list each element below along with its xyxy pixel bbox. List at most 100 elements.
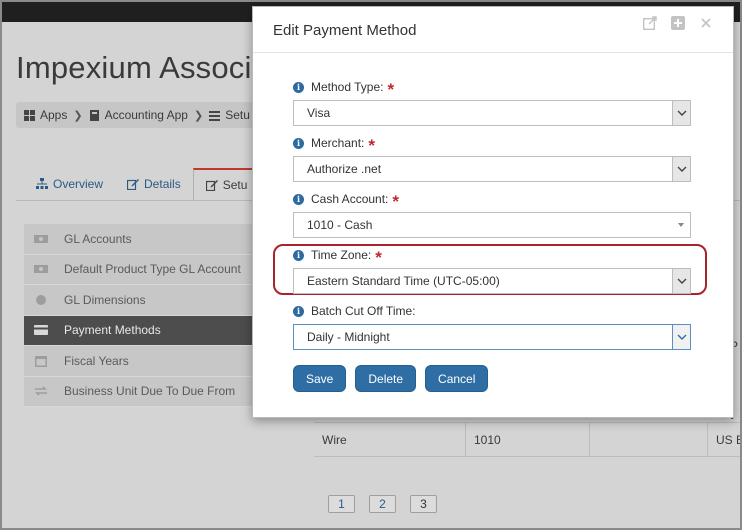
tab-label: Setu xyxy=(222,178,248,192)
merchant-field: i Merchant: * Authorize .net xyxy=(293,135,691,182)
tab-overview[interactable]: Overview xyxy=(24,168,115,200)
tab-bar: Overview Details Setu xyxy=(24,168,261,200)
chevron-down-icon xyxy=(677,110,686,116)
accounting-icon xyxy=(89,109,99,121)
required-asterisk: * xyxy=(392,191,400,211)
chevron-right-icon: ❯ xyxy=(193,109,204,122)
select-value: Visa xyxy=(307,106,331,120)
field-label-text: Cash Account: xyxy=(311,192,389,206)
cell-timezone: US E xyxy=(716,432,742,447)
cell-account: 1010 xyxy=(466,423,590,456)
dropdown-toggle[interactable] xyxy=(672,325,690,349)
cash-account-label: i Cash Account: * xyxy=(293,191,691,211)
chevron-down-icon xyxy=(677,334,686,340)
breadcrumb-item-apps[interactable]: Apps xyxy=(24,108,67,122)
breadcrumb-item-accounting[interactable]: Accounting App xyxy=(89,108,188,122)
select-value: Daily - Midnight xyxy=(307,330,390,344)
dropdown-toggle[interactable] xyxy=(672,213,690,237)
time-zone-select[interactable]: Eastern Standard Time (UTC-05:00) xyxy=(293,268,691,294)
chevron-down-icon xyxy=(677,278,686,284)
method-type-label: i Method Type: * xyxy=(293,79,691,99)
page-button-1[interactable]: 1 xyxy=(328,495,355,513)
cash-account-field: i Cash Account: * 1010 - Cash xyxy=(293,191,691,238)
breadcrumb-label: Accounting App xyxy=(104,108,188,122)
dialog-tools xyxy=(643,16,713,30)
maximize-icon[interactable] xyxy=(671,16,685,30)
popout-icon[interactable] xyxy=(643,16,657,30)
info-icon[interactable]: i xyxy=(293,137,304,149)
cell-merchant xyxy=(590,423,708,456)
tab-label: Details xyxy=(144,177,181,191)
batch-cutoff-label: i Batch Cut Off Time: xyxy=(293,303,691,319)
apps-grid-icon xyxy=(24,109,35,121)
pagination: 1 2 3 xyxy=(328,495,437,513)
batch-cutoff-select[interactable]: Daily - Midnight xyxy=(293,324,691,350)
merchant-label: i Merchant: * xyxy=(293,135,691,155)
dropdown-toggle[interactable] xyxy=(672,269,690,293)
tab-details[interactable]: Details xyxy=(115,168,193,200)
field-label-text: Merchant: xyxy=(311,136,365,150)
edit-payment-method-dialog: Edit Payment Method i Method Type: * Vis… xyxy=(252,6,734,418)
menu-item-gl-accounts[interactable]: GL Accounts xyxy=(24,224,269,255)
menu-item-gl-dimensions[interactable]: GL Dimensions xyxy=(24,285,269,316)
select-value: Authorize .net xyxy=(307,162,382,176)
method-type-select[interactable]: Visa xyxy=(293,100,691,126)
table-row[interactable]: Wire 1010 US E xyxy=(314,423,742,457)
sitemap-icon xyxy=(36,178,48,189)
save-button[interactable]: Save xyxy=(293,365,347,392)
required-asterisk: * xyxy=(368,135,375,155)
dropdown-toggle[interactable] xyxy=(672,101,690,125)
menu-item-label: GL Accounts xyxy=(64,231,132,246)
dialog-header: Edit Payment Method xyxy=(253,7,733,53)
cancel-button[interactable]: Cancel xyxy=(425,365,489,392)
merchant-select[interactable]: Authorize .net xyxy=(293,156,691,182)
calendar-icon xyxy=(35,355,47,367)
chevron-down-icon xyxy=(677,166,686,172)
menu-item-payment-methods[interactable]: Payment Methods xyxy=(24,315,269,346)
payment-methods-table: Wire 1010 US E xyxy=(314,422,742,457)
circle-icon xyxy=(36,294,46,305)
menu-item-fiscal-years[interactable]: Fiscal Years xyxy=(24,346,269,377)
money-icon xyxy=(34,265,48,274)
menu-item-business-unit[interactable]: Business Unit Due To Due From xyxy=(24,376,269,407)
setup-side-menu: GL Accounts Default Product Type GL Acco… xyxy=(24,224,269,407)
info-icon[interactable]: i xyxy=(293,81,304,93)
dropdown-toggle[interactable] xyxy=(672,157,690,181)
menu-item-label: Default Product Type GL Account xyxy=(64,262,241,277)
edit-icon xyxy=(205,180,218,191)
menu-item-default-product-type[interactable]: Default Product Type GL Account xyxy=(24,254,269,285)
required-asterisk: * xyxy=(375,247,382,267)
dialog-title: Edit Payment Method xyxy=(273,22,417,39)
select-value: Eastern Standard Time (UTC-05:00) xyxy=(307,274,500,288)
time-zone-label: i Time Zone: * xyxy=(293,247,691,267)
method-type-field: i Method Type: * Visa xyxy=(293,79,691,126)
dialog-actions: Save Delete Cancel xyxy=(293,365,489,392)
edit-icon xyxy=(127,179,140,190)
menu-item-label: Business Unit Due To Due From xyxy=(64,384,236,399)
info-icon[interactable]: i xyxy=(293,193,304,205)
field-label-text: Method Type: xyxy=(311,80,384,94)
chevron-right-icon: ❯ xyxy=(73,109,83,122)
field-label-text: Time Zone: xyxy=(311,248,372,262)
page-button-2[interactable]: 2 xyxy=(369,495,396,513)
info-icon[interactable]: i xyxy=(293,305,304,317)
caret-down-icon xyxy=(678,223,684,227)
select-value: 1010 - Cash xyxy=(307,218,373,232)
required-asterisk: * xyxy=(387,79,395,99)
delete-button[interactable]: Delete xyxy=(355,365,417,392)
page-button-3[interactable]: 3 xyxy=(410,495,437,513)
cash-account-select[interactable]: 1010 - Cash xyxy=(293,212,691,238)
breadcrumb-label: Apps xyxy=(40,108,68,122)
tab-label: Overview xyxy=(53,177,104,191)
tab-setup[interactable]: Setu xyxy=(192,168,261,200)
close-icon[interactable] xyxy=(699,16,713,30)
exchange-icon xyxy=(35,386,47,396)
credit-card-icon xyxy=(34,325,48,336)
money-icon xyxy=(34,234,48,243)
menu-item-label: Fiscal Years xyxy=(64,353,129,368)
breadcrumb-item-setup[interactable]: Setu xyxy=(209,108,250,122)
menu-item-label: Payment Methods xyxy=(64,323,161,338)
info-icon[interactable]: i xyxy=(293,249,304,261)
cell-method: Wire xyxy=(314,423,466,456)
batch-cutoff-field: i Batch Cut Off Time: Daily - Midnight xyxy=(293,303,691,350)
